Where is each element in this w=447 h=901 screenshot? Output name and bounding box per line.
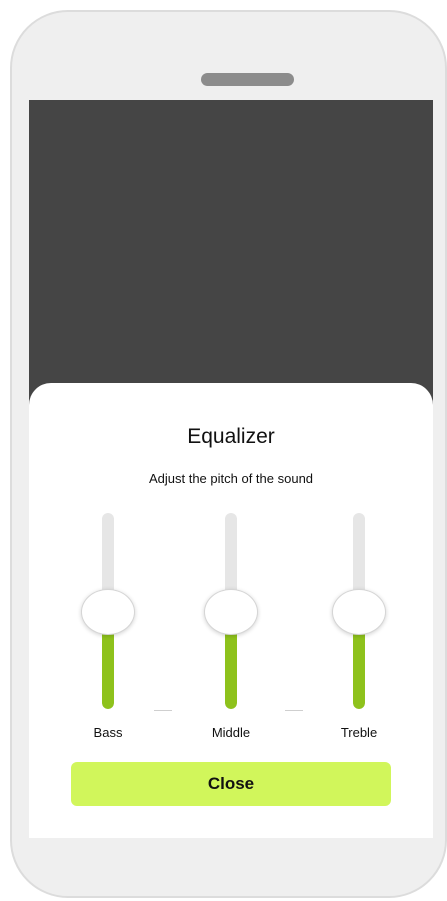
bass-slider[interactable] [78, 513, 138, 711]
close-button[interactable]: Close [71, 762, 391, 806]
middle-slider-thumb[interactable] [204, 589, 258, 635]
bass-slider-thumb[interactable] [81, 589, 135, 635]
middle-label: Middle [211, 725, 251, 740]
bass-label: Bass [93, 725, 123, 740]
slider-separator [154, 710, 172, 711]
treble-slider[interactable] [329, 513, 389, 711]
slider-separator [285, 710, 303, 711]
equalizer-sheet: Equalizer Adjust the pitch of the sound … [29, 383, 433, 838]
treble-label: Treble [340, 725, 378, 740]
middle-slider[interactable] [201, 513, 261, 711]
treble-slider-thumb[interactable] [332, 589, 386, 635]
sheet-title: Equalizer [187, 425, 275, 448]
sheet-subtitle: Adjust the pitch of the sound [148, 471, 314, 486]
speaker-grille [201, 73, 294, 86]
phone-screen: Equalizer Adjust the pitch of the sound … [29, 100, 433, 838]
